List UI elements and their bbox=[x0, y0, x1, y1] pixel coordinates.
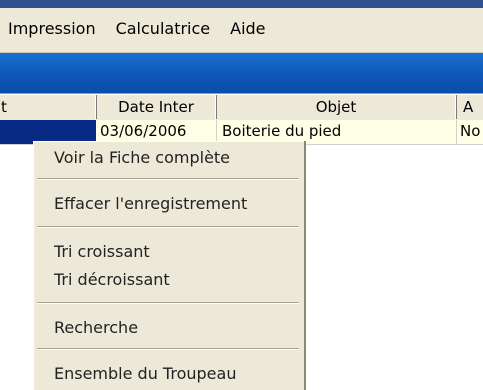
context-menu: Voir la Fiche complète Effacer l'enregis… bbox=[33, 141, 304, 390]
menu-aide[interactable]: Aide bbox=[220, 19, 275, 38]
menu-calculatrice[interactable]: Calculatrice bbox=[106, 19, 221, 38]
cell-a[interactable]: No bbox=[460, 120, 483, 144]
menu-item-voir-fiche[interactable]: Voir la Fiche complète bbox=[54, 148, 230, 167]
column-header-a[interactable]: A bbox=[456, 95, 483, 119]
menu-bar: Impression Calculatrice Aide bbox=[0, 8, 483, 53]
menu-separator bbox=[37, 302, 299, 304]
menu-item-tri-croissant[interactable]: Tri croissant bbox=[54, 242, 150, 261]
menu-impression[interactable]: Impression bbox=[0, 19, 106, 38]
menu-separator bbox=[37, 348, 299, 350]
menu-separator bbox=[37, 178, 299, 180]
window-top-edge bbox=[0, 0, 483, 8]
row-divider bbox=[456, 120, 457, 144]
menu-item-tri-decroissant[interactable]: Tri décroissant bbox=[54, 270, 170, 289]
menu-item-effacer[interactable]: Effacer l'enregistrement bbox=[54, 194, 247, 213]
title-banner bbox=[0, 53, 483, 94]
menu-item-recherche[interactable]: Recherche bbox=[54, 318, 138, 337]
menu-item-ensemble-troupeau[interactable]: Ensemble du Troupeau bbox=[54, 364, 236, 383]
column-header-date-inter[interactable]: Date Inter bbox=[96, 95, 216, 119]
menu-separator bbox=[37, 226, 299, 228]
column-header-objet[interactable]: Objet bbox=[216, 95, 456, 119]
column-header-first[interactable]: t bbox=[0, 95, 96, 119]
grid-header: t Date Inter Objet A bbox=[0, 95, 483, 121]
